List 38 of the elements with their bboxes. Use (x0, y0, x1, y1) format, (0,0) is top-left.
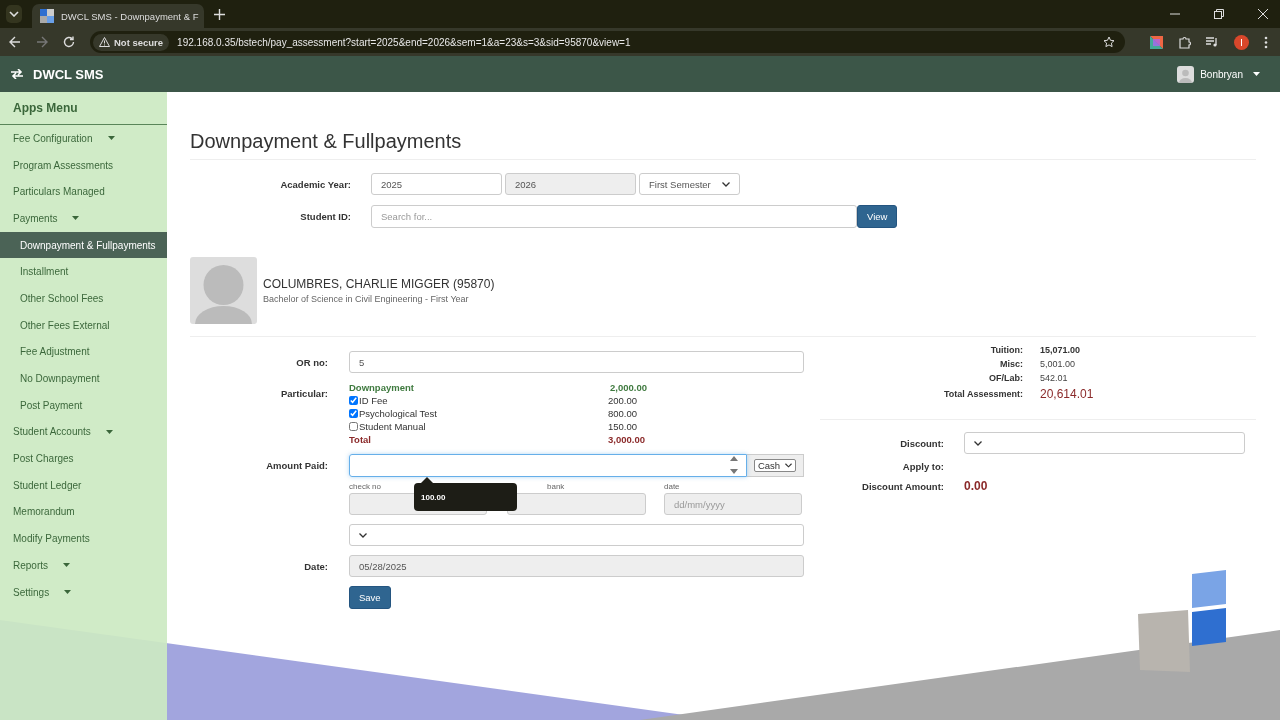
field-label: bank (546, 482, 566, 491)
total-amount: 3,000.00 (608, 434, 646, 445)
field-label: OR no: (295, 356, 328, 368)
particular-label: Student Manual (359, 421, 426, 432)
field-label: check no (349, 482, 383, 491)
sidebar-title: Apps Menu (0, 92, 167, 125)
summary-label: Tuition: (989, 345, 1023, 355)
particular-amount: 200.00 (608, 395, 639, 406)
field-label: Amount Paid: (265, 460, 328, 471)
field-label: Discount: (899, 437, 944, 449)
summary-label: Total Assessment: (942, 389, 1023, 399)
field-label: Student ID: (299, 211, 351, 222)
student-program: Bachelor of Science in Civil Engineering - First Year (263, 294, 470, 304)
summary-value: 20,614.01 (1040, 387, 1095, 401)
field-label: Particular: (280, 388, 328, 399)
field-label: Discount Amount: (861, 480, 944, 492)
downpayment-amount: 2,000.00 (609, 382, 647, 393)
summary-label: Misc: (999, 359, 1023, 369)
particular-label: Psychological Test (359, 408, 437, 419)
summary-label: OF/Lab: (988, 373, 1023, 383)
particular-amount: 150.00 (608, 421, 639, 432)
downpayment-label: Downpayment (349, 382, 415, 393)
summary-value: 15,071.00 (1040, 345, 1082, 355)
tooltip: 100.00 (414, 483, 517, 511)
field-label: Apply to: (901, 461, 944, 472)
security-label: Not secure (114, 36, 164, 48)
field-label: date (664, 482, 681, 491)
particular-label: ID Fee (359, 395, 388, 406)
summary-value: 5,001.00 (1040, 359, 1077, 369)
total-label: Total (349, 434, 372, 445)
particular-amount: 800.00 (608, 408, 639, 419)
field-label: Date: (303, 560, 328, 572)
url-text: 192.168.0.35/bstech/pay_assessment?start=2025&end=2026&sem=1&a=23&s=3&sid=95870&view=1 (177, 36, 631, 48)
summary-value: 542.01 (1040, 373, 1069, 383)
student-name: COLUMBRES, CHARLIE MIGGER (95870) (263, 277, 495, 291)
field-label: Academic Year: (279, 178, 351, 190)
page-title: Downpayment & Fullpayments (190, 130, 1256, 160)
discount-amount: 0.00 (964, 479, 989, 493)
